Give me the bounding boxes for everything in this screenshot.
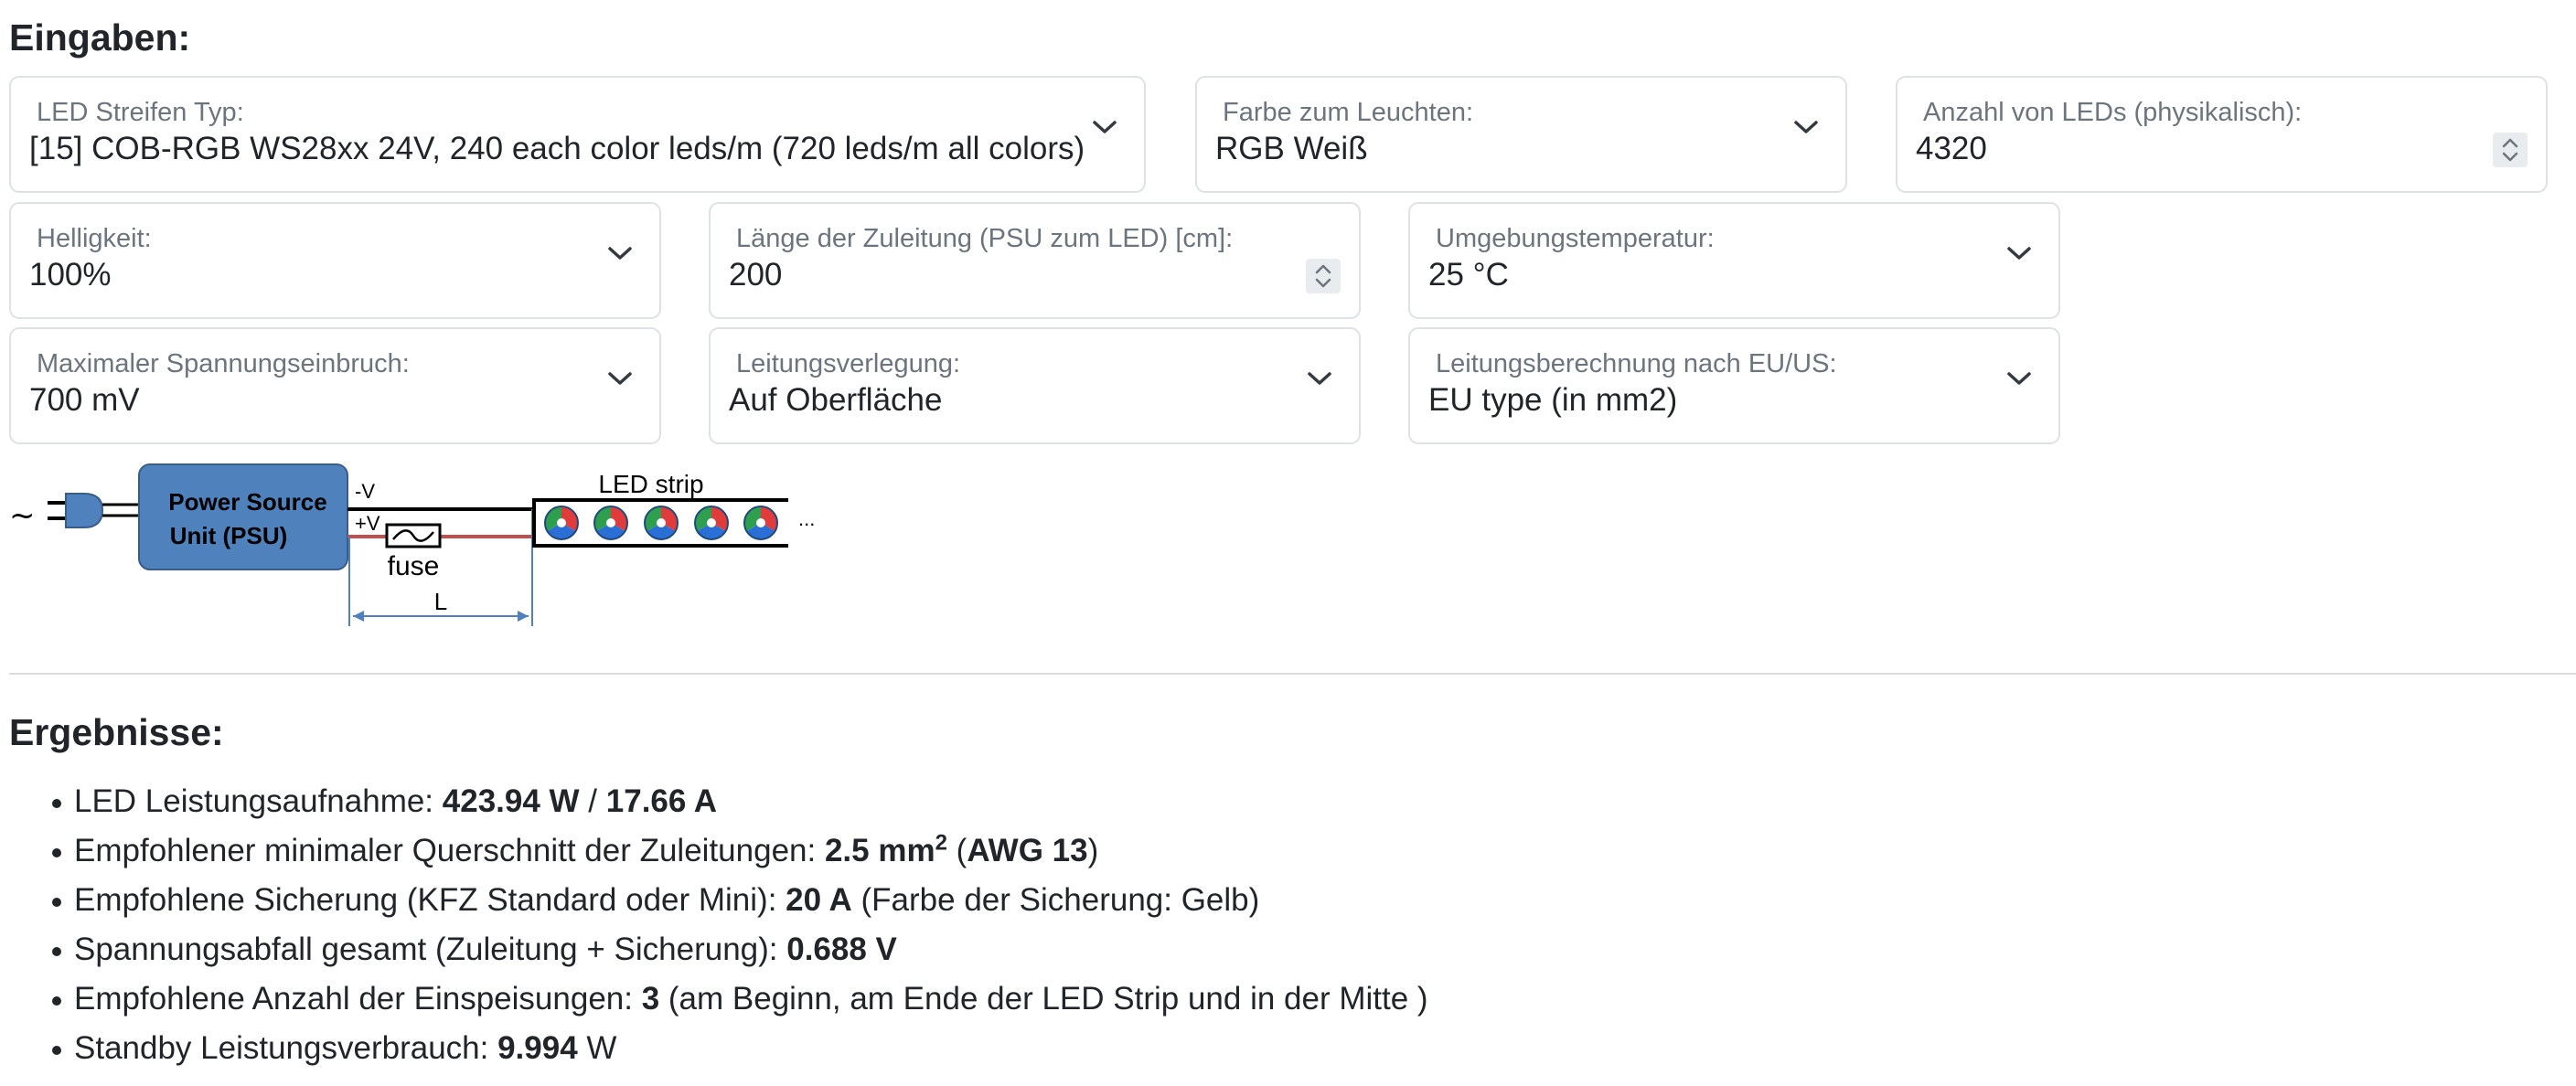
ambient-temp-value: 25 °C [1428, 257, 1509, 293]
ambient-temp-label: Umgebungstemperatur: [1436, 224, 1715, 253]
led-count-value: 4320 [1916, 131, 1987, 166]
fuse-label: fuse [388, 551, 440, 581]
results-list: LED Leistungsaufnahme: 423.94 W / 17.66 … [0, 777, 1428, 1073]
chevron-down-icon [608, 372, 632, 385]
rgb-led-icon [544, 506, 579, 540]
number-spinner-icon[interactable] [2493, 133, 2528, 167]
ac-tilde: ~ [9, 497, 36, 534]
cable-calc-select[interactable]: Leitungsberechnung nach EU/US: EU type (… [1408, 327, 2060, 444]
led-strip-label: LED strip [598, 470, 703, 498]
led-type-label: LED Streifen Typ: [37, 98, 244, 127]
chevron-down-icon [2007, 372, 2031, 385]
cable-calc-label: Leitungsberechnung nach EU/US: [1436, 349, 1837, 378]
led-type-select[interactable]: LED Streifen Typ: [15] COB-RGB WS28xx 24… [9, 76, 1146, 193]
psu-box [138, 463, 348, 570]
rgb-led-icon [644, 506, 679, 540]
results-heading: Ergebnisse: [9, 711, 224, 753]
cable-routing-select[interactable]: Leitungsverlegung: Auf Oberfläche [709, 327, 1361, 444]
chevron-down-icon [1794, 121, 1818, 133]
result-cross-section: Empfohlener minimaler Querschnitt der Zu… [0, 826, 1428, 876]
cable-routing-label: Leitungsverlegung: [736, 349, 961, 378]
brightness-label: Helligkeit: [37, 224, 152, 253]
cable-routing-value: Auf Oberfläche [729, 382, 943, 418]
lead-length-value: 200 [729, 257, 783, 293]
rgb-led-icon [593, 506, 628, 540]
plug-icon [48, 493, 139, 528]
led-count-input[interactable]: Anzahl von LEDs (physikalisch): 4320 [1896, 76, 2548, 193]
ambient-temp-select[interactable]: Umgebungstemperatur: 25 °C [1408, 202, 2060, 319]
chevron-down-icon [608, 247, 632, 260]
brightness-value: 100% [29, 257, 112, 293]
section-divider [9, 673, 2576, 675]
length-label: L [434, 588, 447, 615]
plus-v-label: +V [355, 512, 380, 535]
number-spinner-icon[interactable] [1306, 259, 1341, 293]
wiring-diagram: ~ Power Source Unit (PSU) -V +V fuse L L… [9, 463, 815, 626]
rgb-led-icon [694, 506, 729, 540]
max-voltage-drop-select[interactable]: Maximaler Spannungseinbruch: 700 mV [9, 327, 661, 444]
inputs-heading: Eingaben: [9, 16, 191, 59]
chevron-down-icon [1093, 121, 1117, 133]
minus-v-label: -V [355, 480, 375, 503]
max-voltage-drop-value: 700 mV [29, 382, 140, 418]
strip-ellipsis: ... [798, 507, 815, 530]
result-standby: Standby Leistungsverbrauch: 9.994 W [0, 1024, 1428, 1073]
psu-label-1: Power Source [168, 488, 326, 516]
rgb-led-icon [743, 506, 778, 540]
led-strip [544, 506, 778, 540]
color-value: RGB Weiß [1215, 131, 1368, 166]
psu-label-2: Unit (PSU) [170, 522, 288, 549]
chevron-down-icon [1308, 372, 1331, 385]
chevron-down-icon [2007, 247, 2031, 260]
lead-length-input[interactable]: Länge der Zuleitung (PSU zum LED) [cm]: … [709, 202, 1361, 319]
lead-length-label: Länge der Zuleitung (PSU zum LED) [cm]: [736, 224, 1234, 253]
max-voltage-drop-label: Maximaler Spannungseinbruch: [37, 349, 410, 378]
cable-calc-value: EU type (in mm2) [1428, 382, 1678, 418]
led-type-value: [15] COB-RGB WS28xx 24V, 240 each color … [29, 131, 1085, 166]
led-count-label: Anzahl von LEDs (physikalisch): [1923, 98, 2303, 127]
color-label: Farbe zum Leuchten: [1223, 98, 1474, 127]
result-fuse: Empfohlene Sicherung (KFZ Standard oder … [0, 876, 1428, 925]
result-voltage-drop: Spannungsabfall gesamt (Zuleitung + Sich… [0, 925, 1428, 974]
result-power: LED Leistungsaufnahme: 423.94 W / 17.66 … [0, 777, 1428, 826]
result-feed-count: Empfohlene Anzahl der Einspeisungen: 3 (… [0, 974, 1428, 1024]
fuse-icon [385, 523, 442, 548]
color-select[interactable]: Farbe zum Leuchten: RGB Weiß [1195, 76, 1847, 193]
brightness-select[interactable]: Helligkeit: 100% [9, 202, 661, 319]
